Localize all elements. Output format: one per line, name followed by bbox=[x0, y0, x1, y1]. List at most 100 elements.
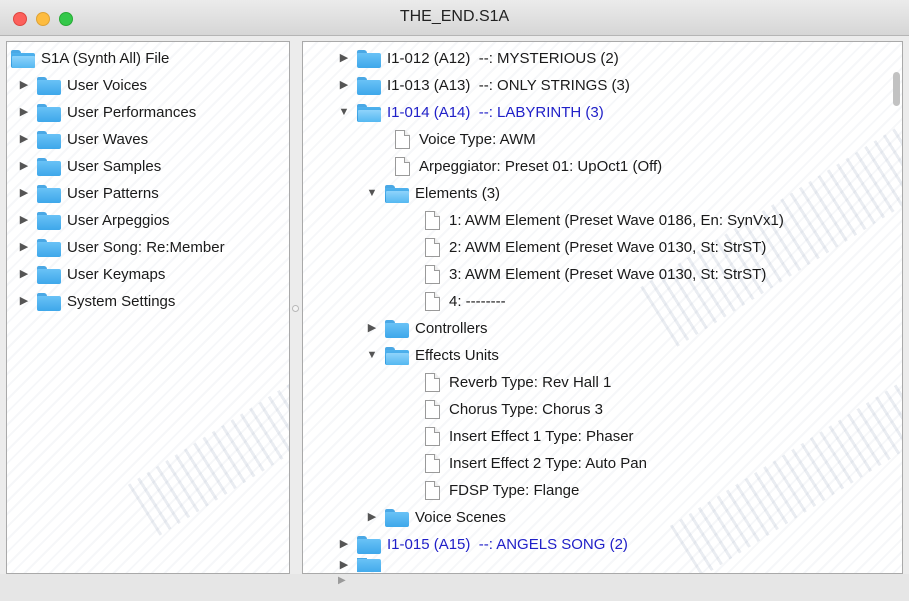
triangle-right-icon[interactable]: ▶ bbox=[17, 153, 31, 180]
tree-element-1[interactable]: 1: AWM Element (Preset Wave 0186, En: Sy… bbox=[425, 207, 784, 234]
tree-item-user-performances[interactable]: ▶ User Performances bbox=[17, 99, 196, 126]
folder-icon bbox=[357, 535, 381, 554]
tree-item-user-arpeggios[interactable]: ▶ User Arpeggios bbox=[17, 207, 170, 234]
detail-tree-pane[interactable]: ▶ I1-012 (A12) --: MYSTERIOUS (2) ▶ I1-0… bbox=[302, 41, 903, 574]
triangle-right-icon[interactable]: ▶ bbox=[365, 504, 379, 531]
tree-item-label: 4: -------- bbox=[449, 293, 506, 310]
tree-item-label: User Arpeggios bbox=[67, 212, 170, 229]
document-icon bbox=[425, 265, 440, 284]
tree-item-label: Insert Effect 1 Type: Phaser bbox=[449, 428, 634, 445]
tree-item-system-settings[interactable]: ▶ System Settings bbox=[17, 288, 175, 315]
tree-item-label: I1-015 (A15) --: ANGELS SONG (2) bbox=[387, 536, 628, 553]
tree-effect-insert-2[interactable]: Insert Effect 2 Type: Auto Pan bbox=[425, 450, 647, 477]
tree-item-user-song[interactable]: ▶ User Song: Re:Member bbox=[17, 234, 225, 261]
folder-icon bbox=[37, 76, 61, 95]
tree-item-user-voices[interactable]: ▶ User Voices bbox=[17, 72, 147, 99]
folder-icon bbox=[37, 265, 61, 284]
tree-effect-fdsp[interactable]: FDSP Type: Flange bbox=[425, 477, 579, 504]
folder-icon bbox=[385, 319, 409, 338]
tree-root[interactable]: S1A (Synth All) File bbox=[11, 45, 169, 72]
tree-item-user-waves[interactable]: ▶ User Waves bbox=[17, 126, 148, 153]
tree-element-4[interactable]: 4: -------- bbox=[425, 288, 506, 315]
tree-voice-type[interactable]: Voice Type: AWM bbox=[395, 126, 536, 153]
title-bar: THE_END.S1A bbox=[0, 0, 909, 36]
tree-effects-units[interactable]: ▼ Effects Units bbox=[365, 342, 499, 369]
tree-item-label: Controllers bbox=[415, 320, 488, 337]
tree-item-label: User Song: Re:Member bbox=[67, 239, 225, 256]
tree-element-3[interactable]: 3: AWM Element (Preset Wave 0130, St: St… bbox=[425, 261, 766, 288]
tree-item-label: FDSP Type: Flange bbox=[449, 482, 580, 499]
triangle-right-icon[interactable]: ▶ bbox=[337, 72, 351, 99]
triangle-right-icon[interactable]: ▶ bbox=[337, 558, 351, 572]
triangle-right-icon[interactable]: ▶ bbox=[17, 207, 31, 234]
tree-item-label: I1-013 (A13) --: ONLY STRINGS (3) bbox=[387, 77, 630, 94]
folder-icon bbox=[37, 211, 61, 230]
tree-voice-012[interactable]: ▶ I1-012 (A12) --: MYSTERIOUS (2) bbox=[337, 45, 619, 72]
triangle-right-icon[interactable]: ▶ bbox=[17, 72, 31, 99]
tree-root-label: S1A (Synth All) File bbox=[41, 50, 170, 67]
triangle-right-icon[interactable]: ▶ bbox=[337, 45, 351, 72]
tree-arpeggiator[interactable]: Arpeggiator: Preset 01: UpOct1 (Off) bbox=[395, 153, 662, 180]
document-icon bbox=[425, 427, 440, 446]
tree-voice-016-partial[interactable]: ▶ bbox=[337, 558, 387, 572]
tree-item-user-samples[interactable]: ▶ User Samples bbox=[17, 153, 161, 180]
tree-controllers[interactable]: ▶ Controllers bbox=[365, 315, 488, 342]
vertical-scrollbar[interactable] bbox=[893, 72, 900, 106]
watermark-keys bbox=[669, 367, 902, 573]
tree-item-label: Effects Units bbox=[415, 347, 499, 364]
document-icon bbox=[425, 373, 440, 392]
document-icon bbox=[395, 130, 410, 149]
folder-icon bbox=[357, 558, 381, 572]
tree-item-label: User Performances bbox=[67, 104, 197, 121]
tree-effect-insert-1[interactable]: Insert Effect 1 Type: Phaser bbox=[425, 423, 634, 450]
triangle-right-icon[interactable]: ▶ bbox=[17, 234, 31, 261]
triangle-right-icon[interactable]: ▶ bbox=[17, 180, 31, 207]
folder-icon bbox=[37, 130, 61, 149]
tree-item-user-patterns[interactable]: ▶ User Patterns bbox=[17, 180, 159, 207]
document-icon bbox=[425, 292, 440, 311]
folder-icon bbox=[357, 76, 381, 95]
triangle-right-icon[interactable]: ▶ bbox=[365, 315, 379, 342]
status-bar: ▶ bbox=[0, 574, 909, 601]
tree-item-label: Insert Effect 2 Type: Auto Pan bbox=[449, 455, 647, 472]
tree-item-user-keymaps[interactable]: ▶ User Keymaps bbox=[17, 261, 165, 288]
tree-item-label: User Waves bbox=[67, 131, 149, 148]
tree-voice-015[interactable]: ▶ I1-015 (A15) --: ANGELS SONG (2) bbox=[337, 531, 628, 558]
tree-item-label-selected: I1-014 (A14) --: LABYRINTH (3) bbox=[387, 104, 604, 121]
folder-open-icon bbox=[385, 346, 409, 365]
triangle-down-icon[interactable]: ▼ bbox=[365, 180, 379, 207]
tree-item-label: User Samples bbox=[67, 158, 162, 175]
tree-voice-scenes[interactable]: ▶ Voice Scenes bbox=[365, 504, 506, 531]
triangle-right-icon[interactable]: ▶ bbox=[17, 288, 31, 315]
triangle-right-icon[interactable]: ▶ bbox=[17, 99, 31, 126]
splitter-handle[interactable] bbox=[292, 305, 299, 312]
tree-effect-chorus[interactable]: Chorus Type: Chorus 3 bbox=[425, 396, 603, 423]
tree-voice-014[interactable]: ▼ I1-014 (A14) --: LABYRINTH (3) bbox=[337, 99, 604, 126]
document-icon bbox=[425, 238, 440, 257]
folder-icon bbox=[37, 238, 61, 257]
folder-icon bbox=[37, 157, 61, 176]
tree-item-label: 3: AWM Element (Preset Wave 0130, St: St… bbox=[449, 266, 767, 283]
tree-item-label: System Settings bbox=[67, 293, 176, 310]
folder-open-icon bbox=[385, 184, 409, 203]
tree-item-label: Reverb Type: Rev Hall 1 bbox=[449, 374, 612, 391]
folder-icon bbox=[357, 49, 381, 68]
tree-item-label: User Voices bbox=[67, 77, 148, 94]
triangle-down-icon[interactable]: ▼ bbox=[337, 99, 351, 126]
triangle-right-icon[interactable]: ▶ bbox=[337, 531, 351, 558]
triangle-right-icon[interactable]: ▶ bbox=[17, 261, 31, 288]
triangle-right-icon[interactable]: ▶ bbox=[17, 126, 31, 153]
tree-effect-reverb[interactable]: Reverb Type: Rev Hall 1 bbox=[425, 369, 611, 396]
tree-element-2[interactable]: 2: AWM Element (Preset Wave 0130, St: St… bbox=[425, 234, 766, 261]
tree-item-label: I1-012 (A12) --: MYSTERIOUS (2) bbox=[387, 50, 619, 67]
triangle-down-icon[interactable]: ▼ bbox=[365, 342, 379, 369]
tree-voice-013[interactable]: ▶ I1-013 (A13) --: ONLY STRINGS (3) bbox=[337, 72, 630, 99]
tree-item-label: 1: AWM Element (Preset Wave 0186, En: Sy… bbox=[449, 212, 784, 229]
folder-icon bbox=[37, 292, 61, 311]
file-tree-pane[interactable]: S1A (Synth All) File ▶ User Voices ▶ Use… bbox=[6, 41, 290, 574]
pane-splitter[interactable] bbox=[290, 41, 302, 574]
tree-item-label: User Keymaps bbox=[67, 266, 166, 283]
tree-elements[interactable]: ▼ Elements (3) bbox=[365, 180, 500, 207]
folder-open-icon bbox=[11, 49, 35, 68]
folder-open-icon bbox=[357, 103, 381, 122]
